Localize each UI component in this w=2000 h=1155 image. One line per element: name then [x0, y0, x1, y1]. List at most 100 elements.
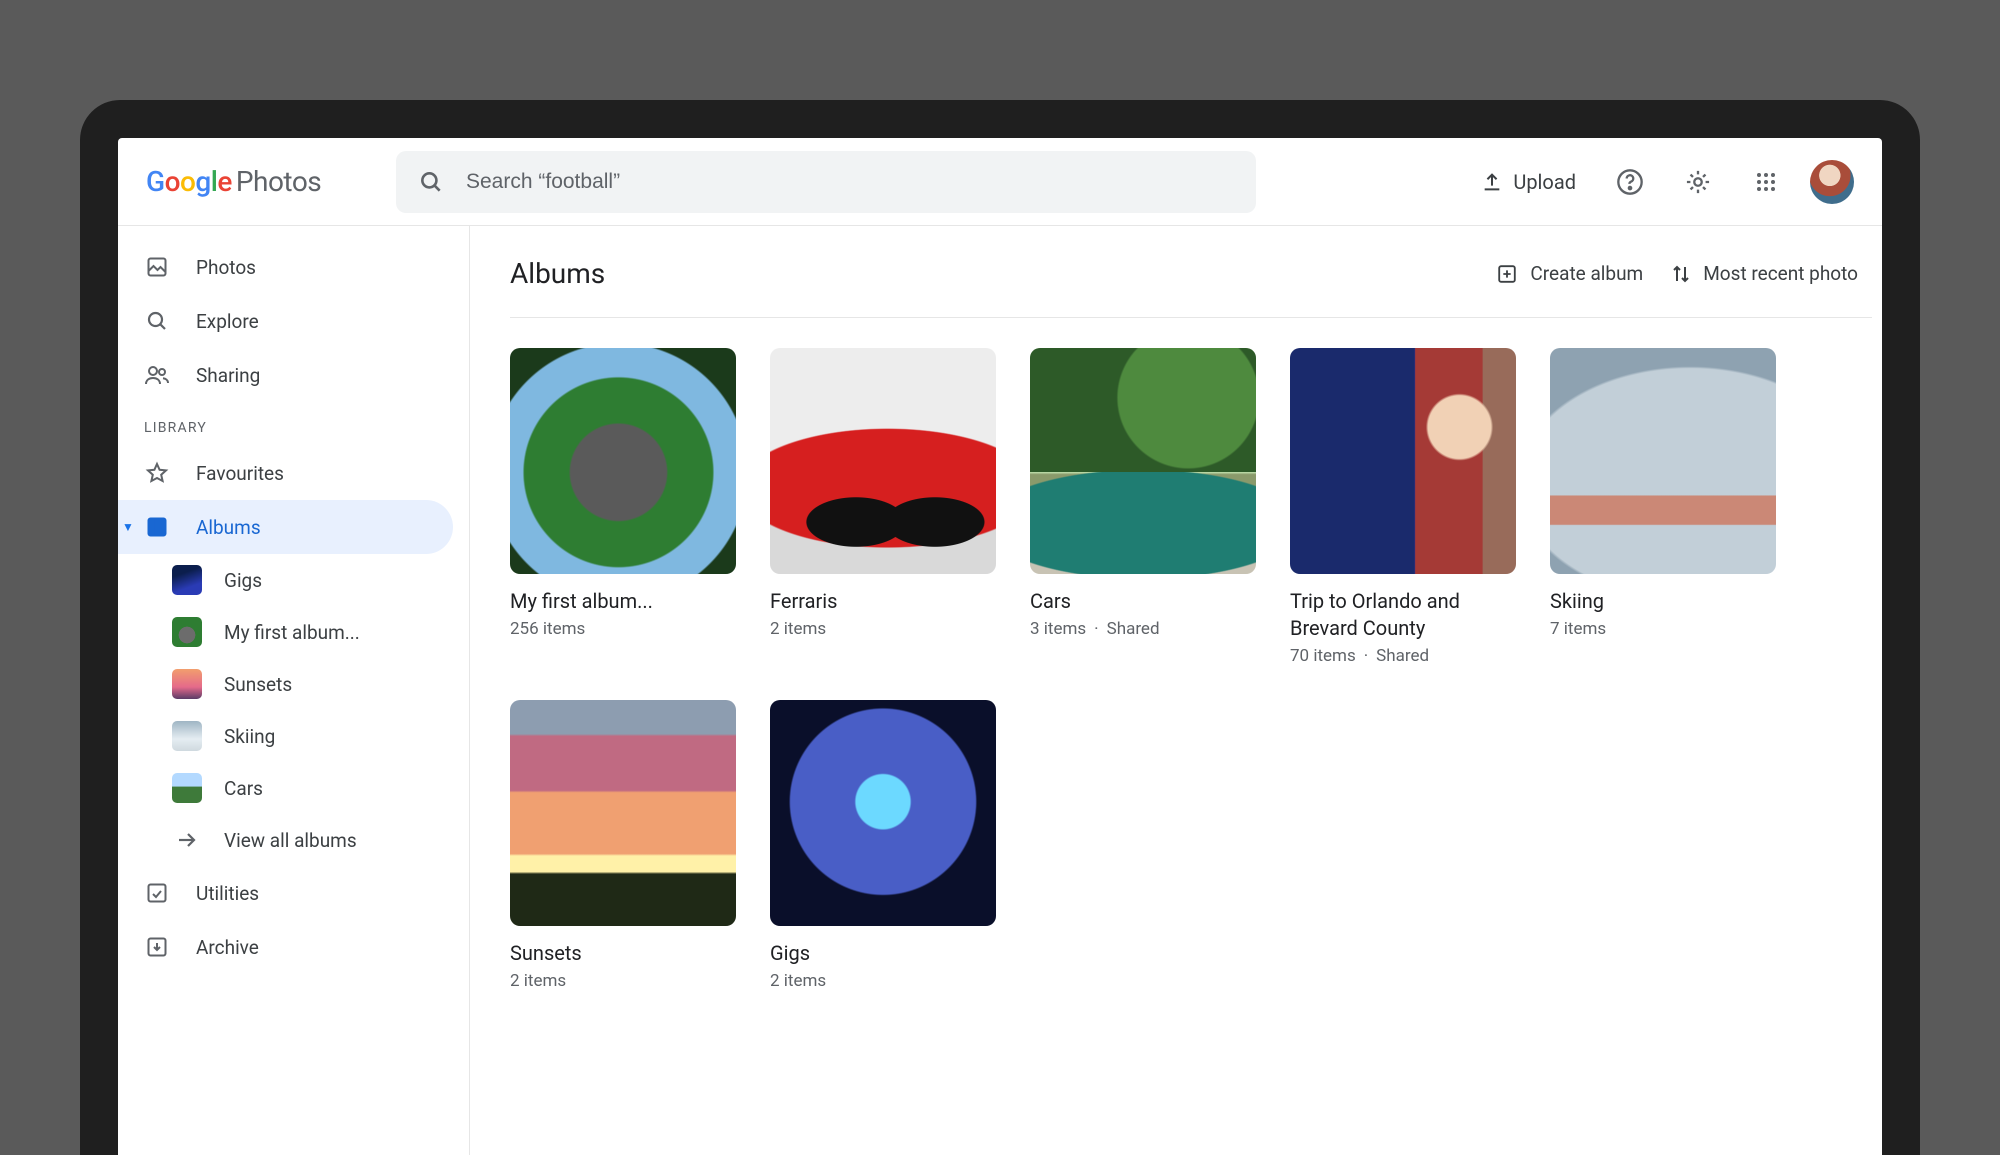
- create-album-label: Create album: [1530, 262, 1643, 285]
- album-thumbnail: [172, 721, 202, 751]
- sidebar-item-label: Archive: [196, 936, 259, 959]
- album-meta: 7 items: [1550, 619, 1776, 639]
- sidebar-item-label: Photos: [196, 256, 256, 279]
- sidebar-item-archive[interactable]: Archive: [118, 920, 453, 974]
- album-title: My first album...: [510, 588, 736, 615]
- sidebar-item-utilities[interactable]: Utilities: [118, 866, 453, 920]
- album-meta: 70 items·Shared: [1290, 646, 1516, 666]
- search-input[interactable]: [466, 170, 1234, 194]
- sidebar-item-sharing[interactable]: Sharing: [118, 348, 453, 402]
- account-avatar[interactable]: [1810, 160, 1854, 204]
- sidebar-subitem-gigs[interactable]: Gigs: [118, 554, 453, 606]
- sidebar-item-albums[interactable]: ▼ Albums: [118, 500, 453, 554]
- create-album-button[interactable]: Create album: [1482, 254, 1657, 293]
- star-icon: [144, 461, 170, 485]
- sidebar-item-label: Sharing: [196, 364, 260, 387]
- album-card[interactable]: Trip to Orlando and Brevard County 70 it…: [1290, 348, 1516, 666]
- sidebar-item-label: My first album...: [224, 621, 360, 644]
- logo-letter: o: [180, 165, 195, 198]
- album-meta: 256 items: [510, 619, 736, 639]
- logo-letter: g: [195, 165, 210, 198]
- search-bar[interactable]: [396, 151, 1256, 213]
- album-thumbnail: [172, 565, 202, 595]
- apps-grid-icon: [1754, 170, 1778, 194]
- sidebar-item-favourites[interactable]: Favourites: [118, 446, 453, 500]
- sidebar-item-photos[interactable]: Photos: [118, 240, 453, 294]
- apps-button[interactable]: [1742, 158, 1790, 206]
- gear-icon: [1684, 168, 1712, 196]
- sidebar-subitem-skiing[interactable]: Skiing: [118, 710, 453, 762]
- album-cover: [1290, 348, 1516, 574]
- album-card[interactable]: Sunsets 2 items: [510, 700, 736, 991]
- sidebar-item-explore[interactable]: Explore: [118, 294, 453, 348]
- archive-icon: [144, 935, 170, 959]
- album-card[interactable]: Cars 3 items·Shared: [1030, 348, 1256, 666]
- sidebar-item-label: Explore: [196, 310, 259, 333]
- search-icon: [418, 169, 444, 195]
- album-shared-badge: Shared: [1107, 619, 1160, 639]
- album-card[interactable]: Skiing 7 items: [1550, 348, 1776, 666]
- album-title: Cars: [1030, 588, 1256, 615]
- album-thumbnail: [172, 617, 202, 647]
- sidebar-item-label: View all albums: [224, 829, 357, 852]
- utilities-icon: [144, 881, 170, 905]
- sort-icon: [1671, 263, 1691, 285]
- album-card[interactable]: Gigs 2 items: [770, 700, 996, 991]
- sort-label: Most recent photo: [1703, 262, 1858, 285]
- sidebar-item-label: Gigs: [224, 569, 262, 592]
- image-icon: [144, 255, 170, 279]
- sidebar-item-label: Cars: [224, 777, 263, 800]
- sidebar: Photos Explore Sharing: [118, 226, 470, 1155]
- album-icon: [144, 515, 170, 539]
- main-content: Albums Create album: [470, 226, 1882, 1155]
- album-card[interactable]: My first album... 256 items: [510, 348, 736, 666]
- album-thumbnail: [172, 669, 202, 699]
- settings-button[interactable]: [1674, 158, 1722, 206]
- logo-product: Photos: [236, 165, 321, 198]
- sidebar-subitem-sunsets[interactable]: Sunsets: [118, 658, 453, 710]
- album-title: Gigs: [770, 940, 996, 967]
- upload-icon: [1481, 171, 1503, 193]
- album-title: Ferraris: [770, 588, 996, 615]
- sort-button[interactable]: Most recent photo: [1657, 254, 1872, 293]
- sidebar-item-label: Skiing: [224, 725, 275, 748]
- app-logo[interactable]: G o o g l e Photos: [146, 165, 376, 198]
- plus-box-icon: [1496, 263, 1518, 285]
- album-cover: [1030, 348, 1256, 574]
- sidebar-subitem-my-first-album[interactable]: My first album...: [118, 606, 453, 658]
- album-meta: 2 items: [510, 971, 736, 991]
- people-icon: [144, 363, 170, 387]
- album-cover: [510, 700, 736, 926]
- album-shared-badge: Shared: [1376, 646, 1429, 666]
- help-button[interactable]: [1606, 158, 1654, 206]
- albums-grid: My first album... 256 items Ferraris 2 i…: [510, 318, 1872, 991]
- sidebar-item-label: Favourites: [196, 462, 284, 485]
- album-cover: [770, 700, 996, 926]
- album-cover: [510, 348, 736, 574]
- sidebar-view-all-albums[interactable]: View all albums: [118, 814, 453, 866]
- album-meta: 3 items·Shared: [1030, 619, 1256, 639]
- album-title: Sunsets: [510, 940, 736, 967]
- arrow-right-icon: [172, 828, 202, 852]
- album-cover: [1550, 348, 1776, 574]
- album-title: Skiing: [1550, 588, 1776, 615]
- album-thumbnail: [172, 773, 202, 803]
- logo-letter: o: [165, 165, 180, 198]
- album-cover: [770, 348, 996, 574]
- sidebar-item-label: Sunsets: [224, 673, 292, 696]
- sidebar-item-label: Albums: [196, 516, 261, 539]
- album-card[interactable]: Ferraris 2 items: [770, 348, 996, 666]
- upload-label: Upload: [1513, 170, 1576, 194]
- album-meta: 2 items: [770, 619, 996, 639]
- search-icon: [144, 309, 170, 333]
- help-icon: [1616, 168, 1644, 196]
- main-header: Albums Create album: [510, 254, 1872, 318]
- sidebar-section-label: LIBRARY: [118, 402, 469, 446]
- app-header: G o o g l e Photos: [118, 138, 1882, 226]
- logo-letter: l: [211, 165, 218, 198]
- album-meta: 2 items: [770, 971, 996, 991]
- upload-button[interactable]: Upload: [1471, 162, 1586, 202]
- chevron-down-icon[interactable]: ▼: [122, 520, 134, 534]
- sidebar-subitem-cars[interactable]: Cars: [118, 762, 453, 814]
- logo-letter: G: [146, 165, 165, 198]
